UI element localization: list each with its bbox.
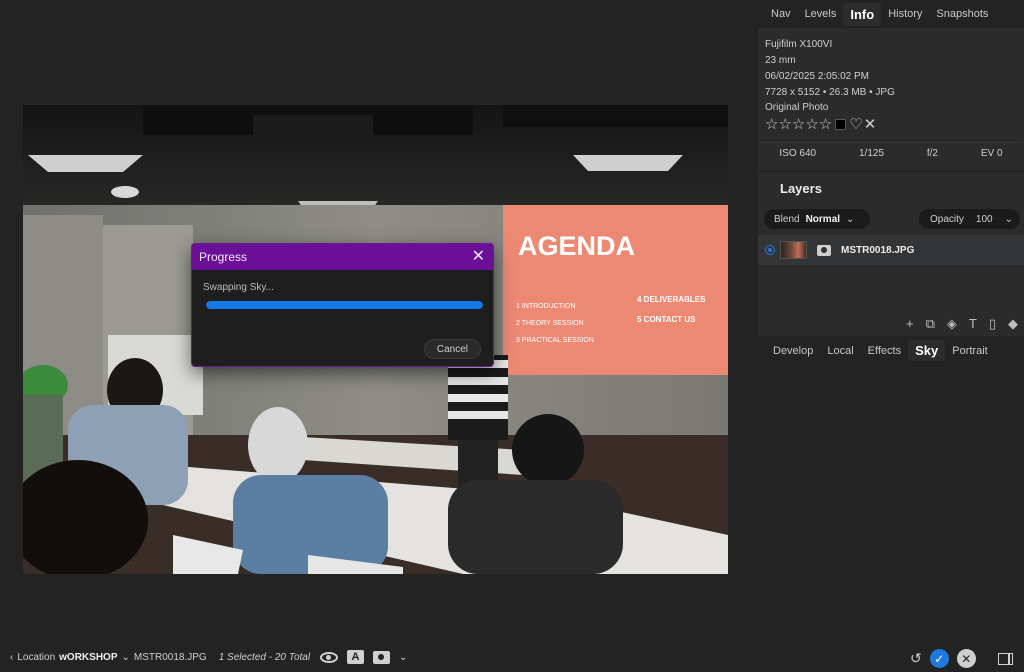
tab-history[interactable]: History <box>881 4 929 24</box>
app-window: AGENDA 1 INTRODUCTION 2 THEORY SESSION 3… <box>0 0 1024 672</box>
screen-item-3: 3 PRACTICAL SESSION <box>516 337 594 344</box>
eye-icon[interactable] <box>320 651 338 663</box>
opacity-value: 100 <box>975 213 993 225</box>
layer-visibility-radio[interactable] <box>765 245 775 255</box>
panel-toggle-icon[interactable] <box>997 652 1013 665</box>
camera-icon[interactable] <box>373 650 390 664</box>
cancel-button[interactable]: Cancel <box>423 339 481 359</box>
ev-value: EV 0 <box>980 148 1003 159</box>
tab-local[interactable]: Local <box>820 342 860 360</box>
layer-row[interactable]: MSTR0018.JPG <box>758 235 1024 265</box>
tab-levels[interactable]: Levels <box>798 4 844 24</box>
dialog-titlebar: Progress ✕ <box>192 244 493 270</box>
tab-sky[interactable]: Sky <box>908 340 946 361</box>
screen-item-4: 4 DELIVERABLES <box>637 295 706 304</box>
auto-icon[interactable]: A <box>347 650 364 664</box>
close-icon[interactable]: ✕ <box>472 249 485 265</box>
layers-panel: Layers Blend Normal ⌄ Opacity 100 ⌄ MSTR… <box>758 172 1024 336</box>
tab-portrait[interactable]: Portrait <box>945 342 994 360</box>
chevron-down-icon[interactable]: ⌄ <box>399 652 407 663</box>
layer-name: MSTR0018.JPG <box>841 244 915 256</box>
fill-layer-icon[interactable]: ◈ <box>947 316 957 332</box>
bottom-bar: ‹ Location wORKSHOP ⌄ MSTR0018.JPG 1 Sel… <box>0 646 1024 672</box>
tab-snapshots[interactable]: Snapshots <box>929 4 995 24</box>
tab-info[interactable]: Info <box>843 2 882 26</box>
view-icons: A ⌄ <box>320 650 407 664</box>
breadcrumb: ‹ Location wORKSHOP ⌄ MSTR0018.JPG 1 Sel… <box>10 652 310 663</box>
blend-value: Normal <box>805 213 841 225</box>
aperture-value: f/2 <box>926 148 938 159</box>
blend-dropdown[interactable]: Blend Normal ⌄ <box>764 209 870 229</box>
photo-status: Original Photo <box>765 102 829 113</box>
camera-model: Fujifilm X100VI <box>765 39 833 50</box>
location-label[interactable]: Location <box>17 652 55 663</box>
screen-item-5: 5 CONTACT US <box>637 315 696 324</box>
progress-dialog: Progress ✕ Swapping Sky... Cancel <box>191 243 494 367</box>
top-tabs: Nav Levels Info History Snapshots <box>756 0 1024 28</box>
folder-name[interactable]: wORKSHOP <box>59 652 117 663</box>
tab-develop[interactable]: Develop <box>766 342 820 360</box>
screen-item-1: 1 INTRODUCTION <box>516 303 576 310</box>
right-panel: Nav Levels Info History Snapshots Fujifi… <box>756 0 1024 630</box>
discard-button[interactable]: ✕ <box>956 649 976 668</box>
divider <box>760 142 1022 143</box>
reject-icon[interactable]: ✕ <box>864 115 877 133</box>
shutter-value: 1/125 <box>858 148 885 159</box>
screen-item-2: 2 THEORY SESSION <box>516 320 584 327</box>
tab-effects[interactable]: Effects <box>861 342 908 360</box>
layer-tools: + ⧉ ◈ T ▯ ◆ <box>906 316 1018 332</box>
iso-value: ISO 640 <box>779 148 817 159</box>
tab-nav[interactable]: Nav <box>764 4 798 24</box>
back-chevron-icon[interactable]: ‹ <box>10 652 13 663</box>
tool-tabs: Develop Local Effects Sky Portrait <box>766 340 995 361</box>
action-icons: ↺ ✓ ✕ <box>910 649 1013 668</box>
chevron-down-icon: ⌄ <box>1004 213 1013 225</box>
capture-datetime: 06/02/2025 2:05:02 PM <box>765 71 869 82</box>
text-layer-icon[interactable]: T <box>969 316 977 332</box>
mask-icon[interactable] <box>817 244 831 256</box>
heart-icon[interactable]: ♡ <box>849 115 862 133</box>
chevron-down-icon: ⌄ <box>846 213 855 225</box>
duplicate-layer-icon[interactable]: ⧉ <box>926 316 935 332</box>
add-layer-icon[interactable]: + <box>906 316 914 332</box>
star-rating-icon[interactable]: ☆☆☆☆☆ <box>765 115 832 133</box>
screen-title: AGENDA <box>518 231 635 261</box>
progress-message: Swapping Sky... <box>203 282 274 293</box>
opacity-label: Opacity <box>930 213 964 225</box>
selection-count: 1 Selected - 20 Total <box>218 652 311 663</box>
dialog-title: Progress <box>199 250 248 264</box>
file-name: MSTR0018.JPG <box>133 652 207 663</box>
blend-label: Blend <box>774 213 800 225</box>
layer-thumbnail <box>780 241 807 259</box>
info-panel: Fujifilm X100VI 23 mm 06/02/2025 2:05:02… <box>758 28 1024 170</box>
delete-layer-icon[interactable]: ▯ <box>989 316 996 332</box>
focal-length: 23 mm <box>765 55 796 66</box>
color-label-icon[interactable] <box>835 118 847 130</box>
undo-icon[interactable]: ↺ <box>910 650 922 667</box>
chevron-down-icon[interactable]: ⌄ <box>122 652 130 663</box>
layers-title: Layers <box>780 181 822 196</box>
progress-bar <box>206 301 483 309</box>
progress-bar-fill <box>206 301 483 309</box>
stack-icon[interactable]: ◆ <box>1008 316 1018 332</box>
image-dimensions: 7728 x 5152 • 26.3 MB • JPG <box>765 87 895 98</box>
rating-row: ☆☆☆☆☆ ♡ ✕ <box>765 115 876 133</box>
opacity-dropdown[interactable]: Opacity 100 ⌄ <box>919 209 1020 229</box>
exif-row: ISO 640 1/125 f/2 EV 0 <box>758 148 1024 159</box>
confirm-button[interactable]: ✓ <box>929 649 949 668</box>
